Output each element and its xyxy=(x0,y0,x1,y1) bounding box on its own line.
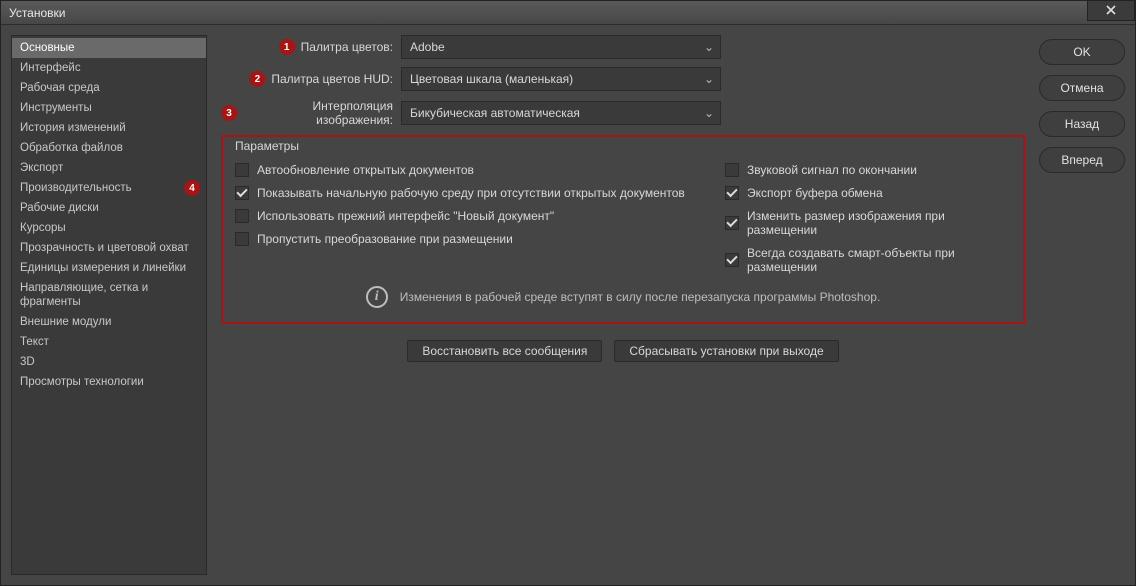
check-auto-update[interactable]: Автообновление открытых документов xyxy=(235,163,695,177)
back-button[interactable]: Назад xyxy=(1039,111,1125,137)
close-button[interactable] xyxy=(1087,1,1135,21)
checkbox-icon xyxy=(725,253,739,267)
sidebar-item-filehandling[interactable]: Обработка файлов xyxy=(12,138,206,158)
dropdown-interpolation[interactable]: Бикубическая автоматическая ⌄ xyxy=(401,101,721,125)
forward-button[interactable]: Вперед xyxy=(1039,147,1125,173)
info-row: i Изменения в рабочей среде вступят в си… xyxy=(235,286,1011,308)
annotation-badge-3: 3 xyxy=(221,105,237,121)
preferences-window: Установки Основные Интерфейс Рабочая сре… xyxy=(0,0,1136,586)
checkbox-icon xyxy=(725,216,739,230)
checkbox-icon xyxy=(725,163,739,177)
chevron-down-icon: ⌄ xyxy=(704,106,714,120)
sidebar-item-type[interactable]: Текст xyxy=(12,332,206,352)
options-grid: Автообновление открытых документов Показ… xyxy=(235,163,1011,274)
checkbox-icon xyxy=(235,186,249,200)
dialog-body: Основные Интерфейс Рабочая среда Инструм… xyxy=(1,25,1135,585)
sidebar-item-3d[interactable]: 3D xyxy=(12,352,206,372)
close-icon xyxy=(1106,4,1116,18)
sidebar-item-guides[interactable]: Направляющие, сетка и фрагменты xyxy=(12,278,206,312)
dropdown-hud-picker[interactable]: Цветовая шкала (маленькая) ⌄ xyxy=(401,67,721,91)
cancel-button[interactable]: Отмена xyxy=(1039,75,1125,101)
right-button-column: OK Отмена Назад Вперед xyxy=(1039,35,1125,575)
sidebar-item-tools[interactable]: Инструменты xyxy=(12,98,206,118)
check-skip-transform[interactable]: Пропустить преобразование при размещении xyxy=(235,232,695,246)
sidebar: Основные Интерфейс Рабочая среда Инструм… xyxy=(11,35,207,575)
check-legacy-newdoc[interactable]: Использовать прежний интерфейс "Новый до… xyxy=(235,209,695,223)
sidebar-item-scratch[interactable]: Рабочие диски xyxy=(12,198,206,218)
restore-messages-button[interactable]: Восстановить все сообщения xyxy=(407,340,602,362)
row-color-picker: 1 Палитра цветов: Adobe ⌄ xyxy=(221,35,1025,59)
row-interpolation: 3 Интерполяция изображения: Бикубическая… xyxy=(221,99,1025,127)
annotation-badge-4: 4 xyxy=(184,180,200,196)
bottom-button-row: Восстановить все сообщения Сбрасывать ус… xyxy=(221,340,1025,362)
dropdown-color-picker[interactable]: Adobe ⌄ xyxy=(401,35,721,59)
chevron-down-icon: ⌄ xyxy=(704,72,714,86)
label-hud-picker: Палитра цветов HUD: xyxy=(271,72,393,86)
sidebar-item-cursors[interactable]: Курсоры xyxy=(12,218,206,238)
titlebar: Установки xyxy=(1,1,1135,25)
row-hud-picker: 2 Палитра цветов HUD: Цветовая шкала (ма… xyxy=(221,67,1025,91)
sidebar-item-interface[interactable]: Интерфейс xyxy=(12,58,206,78)
check-resize-on-place[interactable]: Изменить размер изображения при размещен… xyxy=(725,209,1011,237)
reset-on-exit-button[interactable]: Сбрасывать установки при выходе xyxy=(614,340,838,362)
annotation-badge-2: 2 xyxy=(249,71,265,87)
checkbox-icon xyxy=(235,232,249,246)
annotation-badge-1: 1 xyxy=(279,39,295,55)
options-legend: Параметры xyxy=(235,139,299,153)
info-icon: i xyxy=(366,286,388,308)
window-title: Установки xyxy=(9,6,65,20)
sidebar-item-plugins[interactable]: Внешние модули xyxy=(12,312,206,332)
label-interpolation: Интерполяция изображения: xyxy=(243,99,393,127)
sidebar-item-history[interactable]: История изменений xyxy=(12,118,206,138)
sidebar-item-general[interactable]: Основные xyxy=(12,38,206,58)
options-fieldset: Параметры Автообновление открытых докуме… xyxy=(221,135,1025,324)
sidebar-item-performance[interactable]: Производительность xyxy=(12,178,206,198)
checkbox-icon xyxy=(725,186,739,200)
sidebar-item-workspace[interactable]: Рабочая среда xyxy=(12,78,206,98)
check-export-clipboard[interactable]: Экспорт буфера обмена xyxy=(725,186,1011,200)
sidebar-item-units[interactable]: Единицы измерения и линейки xyxy=(12,258,206,278)
sidebar-item-export[interactable]: Экспорт xyxy=(12,158,206,178)
label-color-picker: Палитра цветов: xyxy=(301,40,393,54)
chevron-down-icon: ⌄ xyxy=(704,40,714,54)
info-text: Изменения в рабочей среде вступят в силу… xyxy=(400,290,881,304)
main-panel: 1 Палитра цветов: Adobe ⌄ 2 Палитра цвет… xyxy=(221,35,1025,575)
check-beep[interactable]: Звуковой сигнал по окончании xyxy=(725,163,1011,177)
sidebar-item-transparency[interactable]: Прозрачность и цветовой охват xyxy=(12,238,206,258)
check-smartobject-on-place[interactable]: Всегда создавать смарт-объекты при разме… xyxy=(725,246,1011,274)
check-show-start-workspace[interactable]: Показывать начальную рабочую среду при о… xyxy=(235,186,695,200)
checkbox-icon xyxy=(235,163,249,177)
checkbox-icon xyxy=(235,209,249,223)
ok-button[interactable]: OK xyxy=(1039,39,1125,65)
sidebar-item-techpreview[interactable]: Просмотры технологии xyxy=(12,372,206,392)
